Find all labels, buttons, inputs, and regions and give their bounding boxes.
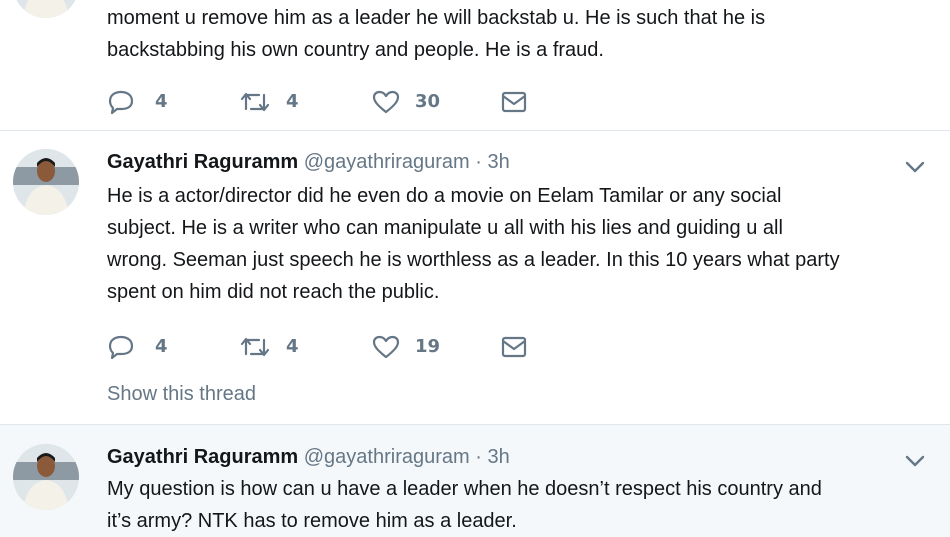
tweet-1[interactable]: moment u remove him as a leader he will … [0, 0, 950, 130]
like-count: 30 [415, 91, 441, 112]
tweet-text: My question is how can u have a leader w… [107, 473, 927, 537]
more-options-button[interactable] [902, 451, 928, 471]
envelope-icon [501, 336, 527, 358]
reply-count: 4 [155, 91, 168, 112]
author-name[interactable]: Gayathri Raguramm [107, 446, 298, 468]
avatar[interactable] [13, 149, 79, 215]
separator: · [475, 151, 482, 173]
tweet-text-line: backstabbing his own country and people.… [107, 39, 604, 61]
retweet-icon [240, 337, 270, 357]
author-name[interactable]: Gayathri Raguramm [107, 151, 298, 173]
chevron-down-icon [905, 161, 925, 173]
show-thread-link[interactable]: Show this thread [107, 383, 256, 406]
avatar[interactable] [13, 444, 79, 510]
reply-icon [108, 335, 134, 360]
tweet-3[interactable]: Gayathri Raguramm @gayathriraguram · 3h … [0, 425, 950, 537]
retweet-count: 4 [286, 91, 299, 112]
author-handle[interactable]: @gayathriraguram [304, 446, 470, 468]
tweet-text-line: subject. He is a writer who can manipula… [107, 217, 783, 239]
heart-icon [372, 90, 400, 114]
tweet-text-line: He is a actor/director did he even do a … [107, 185, 782, 207]
reply-count: 4 [155, 336, 168, 357]
tweet-text-line: moment u remove him as a leader he will … [107, 7, 766, 29]
timestamp[interactable]: 3h [487, 446, 509, 468]
tweet-text-line: wrong. Seeman just speech he is worthles… [107, 249, 840, 271]
envelope-icon [501, 91, 527, 113]
author-handle[interactable]: @gayathriraguram [304, 151, 470, 173]
reply-icon [108, 90, 134, 115]
timestamp[interactable]: 3h [487, 151, 509, 173]
tweet-text: He is a actor/director did he even do a … [107, 180, 927, 308]
tweet-text-line: My question is how can u have a leader w… [107, 478, 822, 500]
tweet-header: Gayathri Raguramm @gayathriraguram · 3h [107, 446, 510, 469]
more-options-button[interactable] [902, 157, 928, 177]
like-count: 19 [415, 336, 441, 357]
tweet-header: Gayathri Raguramm @gayathriraguram · 3h [107, 151, 510, 174]
heart-icon [372, 335, 400, 359]
retweet-count: 4 [286, 336, 299, 357]
tweet-2[interactable]: Gayathri Raguramm @gayathriraguram · 3h … [0, 131, 950, 424]
tweet-text-line: spent on him did not reach the public. [107, 281, 440, 303]
avatar[interactable] [13, 0, 79, 18]
tweet-text: moment u remove him as a leader he will … [107, 2, 927, 66]
chevron-down-icon [905, 455, 925, 467]
separator: · [475, 446, 482, 468]
tweet-text-line: it’s army? NTK has to remove him as a le… [107, 510, 517, 532]
retweet-icon [240, 92, 270, 112]
